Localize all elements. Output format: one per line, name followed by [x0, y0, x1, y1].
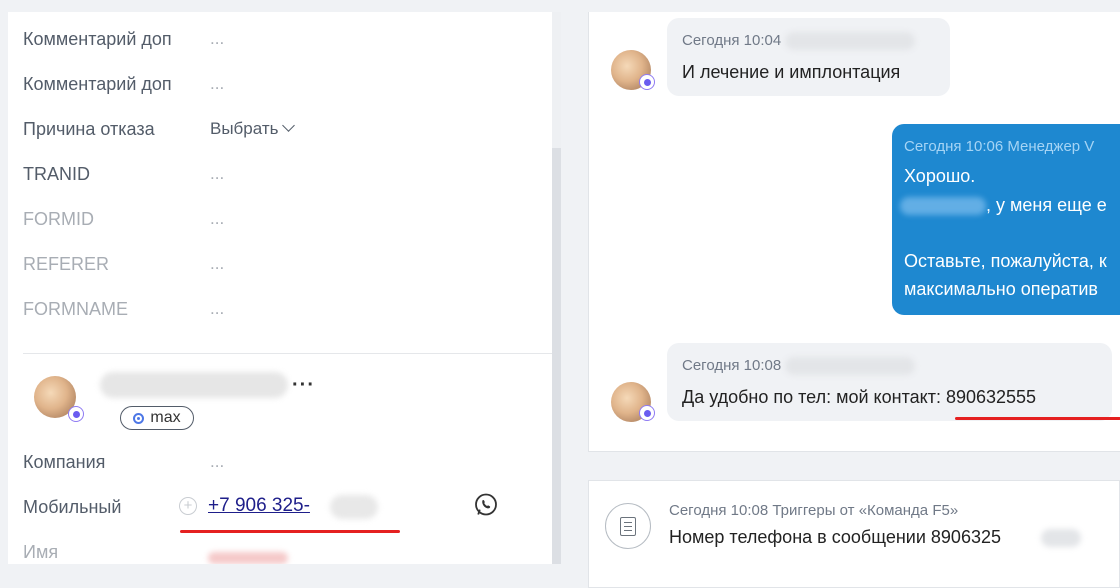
- max-messenger-icon: [68, 406, 84, 422]
- field-row: FORMNAME ...: [23, 294, 224, 324]
- max-messenger-icon: [639, 405, 655, 421]
- phone-blurred: [330, 495, 378, 519]
- divider: [23, 353, 552, 354]
- max-messenger-icon: [133, 412, 145, 424]
- field-value[interactable]: ...: [210, 29, 224, 49]
- field-label: Комментарий доп: [23, 28, 172, 49]
- scrollbar[interactable]: [552, 12, 561, 564]
- message-line: , у меня еще е: [900, 195, 1107, 216]
- contact-name-blurred[interactable]: [100, 372, 288, 398]
- message-line-text: , у меня еще е: [986, 195, 1107, 215]
- name-value-blurred: [208, 552, 288, 564]
- field-label: FORMID: [23, 208, 94, 229]
- field-value[interactable]: ...: [210, 164, 224, 184]
- add-phone-button[interactable]: +: [179, 497, 197, 515]
- message-bubble-outgoing: Сегодня 10:06 Менеджер V Хорошо. , у мен…: [892, 124, 1120, 315]
- sender-name-blurred: [785, 32, 916, 51]
- more-icon[interactable]: ···: [292, 374, 315, 397]
- message-text: Да удобно по тел: мой контакт: 890632555: [682, 387, 1037, 407]
- sender-name-blurred: [785, 357, 916, 376]
- messenger-tag[interactable]: max: [120, 406, 194, 430]
- select-value: Выбрать: [210, 119, 279, 138]
- chat-panel: Сегодня 10:04 И лечение и имплонтация Се…: [588, 12, 1120, 452]
- red-underline: [955, 417, 1120, 420]
- field-row: Комментарий доп ...: [23, 24, 224, 54]
- name-label: Имя: [23, 541, 59, 562]
- trigger-event-card: Сегодня 10:08 Триггеры от «Команда F5» Н…: [588, 480, 1120, 588]
- scroll-thumb[interactable]: [552, 148, 561, 564]
- entity-fields-panel: Комментарий доп ... Комментарий доп ... …: [8, 12, 552, 564]
- company-value[interactable]: ...: [210, 452, 224, 472]
- trigger-text: Номер телефона в сообщении 8906325: [669, 527, 1001, 547]
- field-label: TRANID: [23, 163, 90, 184]
- refusal-reason-select[interactable]: Выбрать: [210, 119, 296, 139]
- field-value[interactable]: ...: [210, 299, 224, 319]
- name-blurred: [900, 197, 986, 216]
- field-row: FORMID ...: [23, 204, 224, 234]
- red-underline: [180, 530, 400, 533]
- message-bubble-incoming: Сегодня 10:08 Да удобно по тел: мой конт…: [667, 343, 1112, 421]
- tag-label: max: [150, 409, 181, 426]
- message-line: Оставьте, пожалуйста, к: [904, 251, 1107, 271]
- field-label: FORMNAME: [23, 298, 128, 319]
- value-blurred: [1041, 529, 1081, 547]
- message-line: Хорошо.: [904, 166, 976, 186]
- field-row: Имя: [23, 537, 210, 564]
- company-label: Компания: [23, 451, 106, 472]
- field-label: Причина отказа: [23, 118, 155, 139]
- max-messenger-icon: [639, 74, 655, 90]
- message-bubble-incoming: Сегодня 10:04 И лечение и имплонтация: [667, 18, 950, 96]
- chevron-down-icon: [282, 119, 296, 132]
- message-meta: Сегодня 10:08: [682, 357, 916, 376]
- message-time: Сегодня 10:04: [682, 32, 782, 49]
- message-meta: Сегодня 10:06 Менеджер V: [904, 138, 1095, 155]
- field-row: Комментарий доп ...: [23, 69, 224, 99]
- document-icon: [605, 503, 651, 549]
- field-row: Компания ...: [23, 447, 224, 477]
- field-row: REFERER ...: [23, 249, 224, 279]
- field-row: TRANID ...: [23, 159, 224, 189]
- phone-link[interactable]: +7 906 325-: [208, 495, 310, 517]
- field-label: Комментарий доп: [23, 73, 172, 94]
- trigger-meta: Сегодня 10:08 Триггеры от «Команда F5»: [669, 502, 959, 519]
- field-label: REFERER: [23, 253, 110, 274]
- message-text: И лечение и имплонтация: [682, 62, 901, 82]
- message-time: Сегодня 10:08: [682, 357, 782, 374]
- message-meta: Сегодня 10:04: [682, 32, 916, 51]
- field-value[interactable]: ...: [210, 74, 224, 94]
- message-line: максимально оператив: [904, 279, 1098, 299]
- field-row: Причина отказа Выбрать: [23, 114, 296, 144]
- field-value[interactable]: ...: [210, 254, 224, 274]
- field-value[interactable]: ...: [210, 209, 224, 229]
- whatsapp-icon[interactable]: [473, 492, 499, 518]
